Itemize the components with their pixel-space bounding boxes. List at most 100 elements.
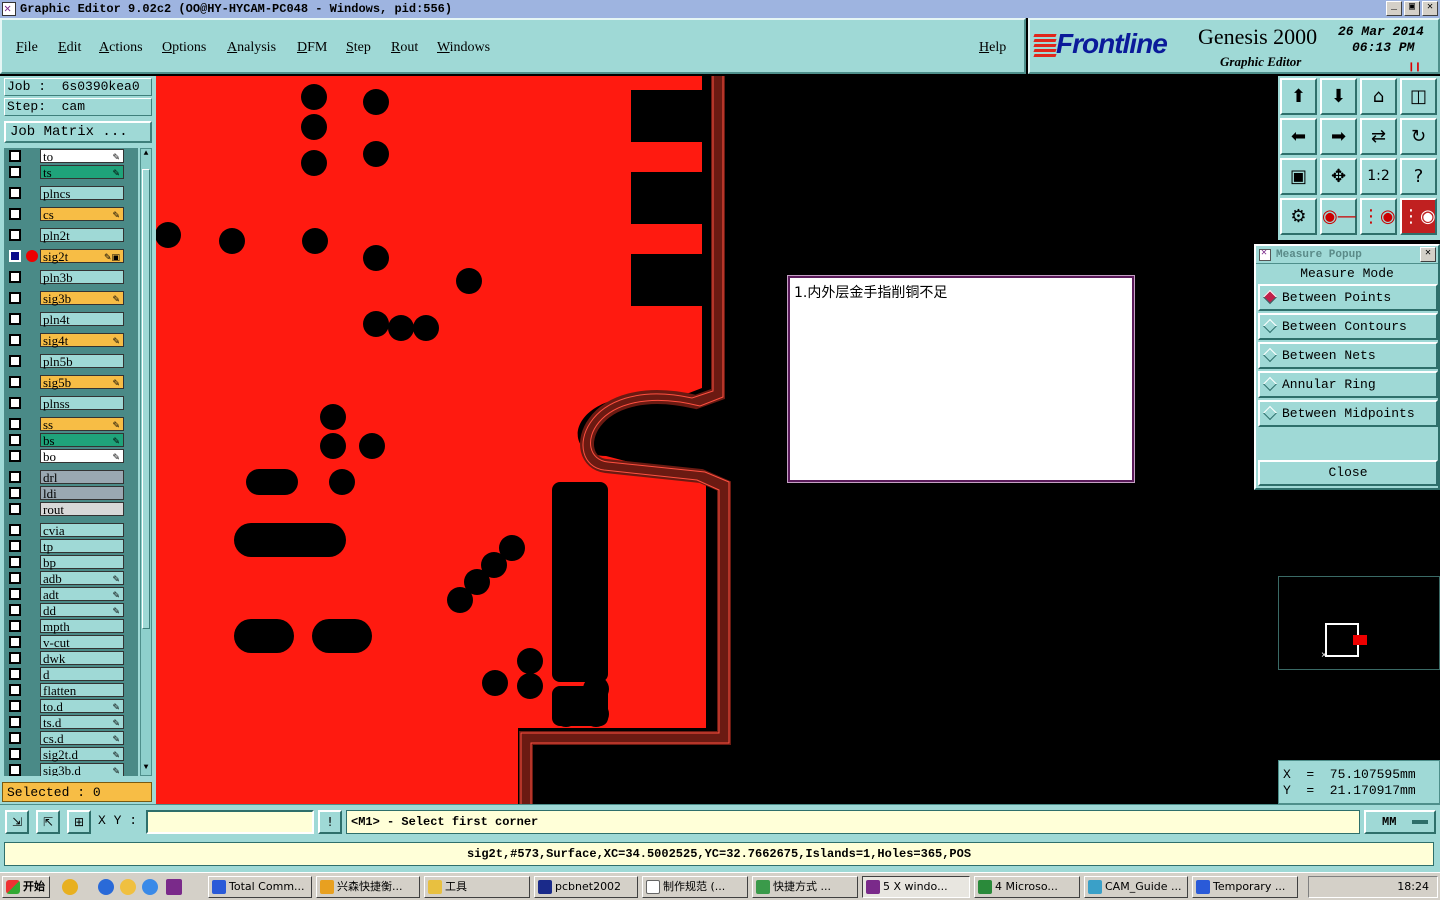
layer-name[interactable]: adb ✎ — [40, 571, 124, 585]
layer-checkbox[interactable] — [9, 334, 21, 346]
units-selector[interactable]: MM — [1364, 810, 1436, 834]
layer-name[interactable]: dd ✎ — [40, 603, 124, 617]
layer-checkbox[interactable] — [9, 503, 21, 515]
layer-checkbox[interactable] — [9, 716, 21, 728]
layer-name[interactable]: sig2t ✎▣ — [40, 249, 124, 263]
pan-up-button[interactable]: ⬆ — [1280, 78, 1317, 115]
taskbar-item-tools[interactable]: 工具 — [424, 876, 530, 898]
layer-name[interactable]: sig4t ✎ — [40, 333, 124, 347]
layer-row-v-cut[interactable]: v-cut — [4, 634, 138, 650]
mode-between-points[interactable]: Between Points — [1258, 284, 1438, 311]
snap-settings-button[interactable]: ⚙ — [1280, 198, 1317, 235]
layer-name[interactable]: cs ✎ — [40, 207, 124, 221]
layer-name[interactable]: plnss — [40, 396, 124, 410]
layer-name[interactable]: ts ✎ — [40, 165, 124, 179]
mirror-view-button[interactable]: ⇄ — [1360, 118, 1397, 155]
layer-row-dd[interactable]: dd ✎ — [4, 602, 138, 618]
menu-help[interactable]: Help — [979, 40, 1006, 56]
layer-checkbox[interactable] — [9, 604, 21, 616]
clock-display[interactable]: 18:24 — [1397, 880, 1429, 893]
taskbar-item-microsoft[interactable]: 4 Microso... — [974, 876, 1080, 898]
help-button[interactable]: ? — [1400, 158, 1437, 195]
ie-icon[interactable] — [98, 879, 114, 895]
layer-row-sig2t[interactable]: sig2t ✎▣ — [4, 248, 138, 264]
layer-name[interactable]: drl — [40, 470, 124, 484]
layer-checkbox[interactable] — [9, 271, 21, 283]
layer-row-bp[interactable]: bp — [4, 554, 138, 570]
mode-between-contours[interactable]: Between Contours — [1258, 313, 1438, 340]
pan-right-button[interactable]: ➡ — [1320, 118, 1357, 155]
taskbar-item-spec[interactable]: 制作规范 (... — [642, 876, 748, 898]
maximize-button[interactable]: ▣ — [1404, 1, 1420, 16]
layer-row-bo[interactable]: bo ✎ — [4, 448, 138, 464]
layer-name[interactable]: sig2t.d ✎ — [40, 747, 124, 761]
layer-row-mpth[interactable]: mpth — [4, 618, 138, 634]
layer-checkbox[interactable] — [9, 556, 21, 568]
browser-icon[interactable] — [142, 879, 158, 895]
layer-checkbox[interactable] — [9, 166, 21, 178]
drc-highlight-button[interactable]: ⋮◉ — [1400, 198, 1437, 235]
layer-name[interactable]: v-cut — [40, 635, 124, 649]
layer-row-to[interactable]: to ✎ — [4, 148, 138, 164]
menu-step[interactable]: Step — [346, 40, 371, 56]
taskbar-item-x-windows[interactable]: 5 X windo... — [862, 876, 970, 898]
layer-row-bs[interactable]: bs ✎ — [4, 432, 138, 448]
taskbar-item-cam-guide[interactable]: CAM_Guide ... — [1084, 876, 1188, 898]
layer-checkbox[interactable] — [9, 355, 21, 367]
layer-checkbox[interactable] — [9, 652, 21, 664]
scrollbar-thumb[interactable] — [142, 169, 150, 629]
pan-left-button[interactable]: ⬅ — [1280, 118, 1317, 155]
menu-edit[interactable]: Edit — [58, 40, 81, 56]
layer-checkbox[interactable] — [9, 187, 21, 199]
mode-between-midpoints[interactable]: Between Midpoints — [1258, 400, 1438, 427]
layer-row-sig5b[interactable]: sig5b ✎ — [4, 374, 138, 390]
layer-name[interactable]: flatten — [40, 683, 124, 697]
layer-name[interactable]: bo ✎ — [40, 449, 124, 463]
overview-map[interactable]: × — [1278, 576, 1440, 670]
layer-row-pln2t[interactable]: pln2t — [4, 227, 138, 243]
layer-checkbox[interactable] — [9, 471, 21, 483]
layer-row-adt[interactable]: adt ✎ — [4, 586, 138, 602]
layer-checkbox[interactable] — [9, 450, 21, 462]
start-button[interactable]: 开始 — [2, 876, 50, 898]
menu-windows[interactable]: Windows — [437, 40, 490, 56]
layer-checkbox[interactable] — [9, 684, 21, 696]
layer-row-sig3b[interactable]: sig3b ✎ — [4, 290, 138, 306]
layer-checkbox[interactable] — [9, 150, 21, 162]
layer-row-drl[interactable]: drl — [4, 469, 138, 485]
layer-name[interactable]: dwk — [40, 651, 124, 665]
menu-options[interactable]: Options — [162, 40, 206, 56]
layer-row-ldi[interactable]: ldi — [4, 485, 138, 501]
layer-checkbox[interactable] — [9, 208, 21, 220]
measure-popup-close-button[interactable]: ✕ — [1420, 247, 1436, 262]
layer-checkbox[interactable] — [9, 487, 21, 499]
zoom-fit-button[interactable]: ✥ — [1320, 158, 1357, 195]
layer-row-pln4t[interactable]: pln4t — [4, 311, 138, 327]
mode-between-nets[interactable]: Between Nets — [1258, 342, 1438, 369]
layer-checkbox[interactable] — [9, 229, 21, 241]
layer-checkbox[interactable] — [9, 748, 21, 760]
layer-row-adb[interactable]: adb ✎ — [4, 570, 138, 586]
taskbar-item-total-commander[interactable]: Total Comm... — [208, 876, 312, 898]
measure-close-button[interactable]: Close — [1258, 460, 1438, 486]
layer-row-ts.d[interactable]: ts.d ✎ — [4, 714, 138, 730]
alert-button[interactable]: ! — [318, 810, 342, 834]
layer-checkbox[interactable] — [9, 764, 21, 776]
layer-row-d[interactable]: d — [4, 666, 138, 682]
layer-row-to.d[interactable]: to.d ✎ — [4, 698, 138, 714]
layer-row-plncs[interactable]: plncs — [4, 185, 138, 201]
layer-name[interactable]: rout — [40, 502, 124, 516]
menu-rout[interactable]: Rout — [391, 40, 418, 56]
menu-dfm[interactable]: DFM — [297, 40, 327, 56]
layer-row-plnss[interactable]: plnss — [4, 395, 138, 411]
taskbar-item-shortcuts[interactable]: 快捷方式 ... — [752, 876, 858, 898]
layer-name[interactable]: tp — [40, 539, 124, 553]
layer-name[interactable]: mpth — [40, 619, 124, 633]
taskbar-item-temporary[interactable]: Temporary ... — [1192, 876, 1298, 898]
annotation-note[interactable]: 1.内外层金手指削铜不足 — [788, 276, 1134, 482]
layer-name[interactable]: bp — [40, 555, 124, 569]
layer-row-pln5b[interactable]: pln5b — [4, 353, 138, 369]
layer-checkbox[interactable] — [9, 524, 21, 536]
grid-mode-button[interactable]: ⊞ — [67, 810, 91, 834]
close-window-button[interactable]: ✕ — [1422, 1, 1438, 16]
